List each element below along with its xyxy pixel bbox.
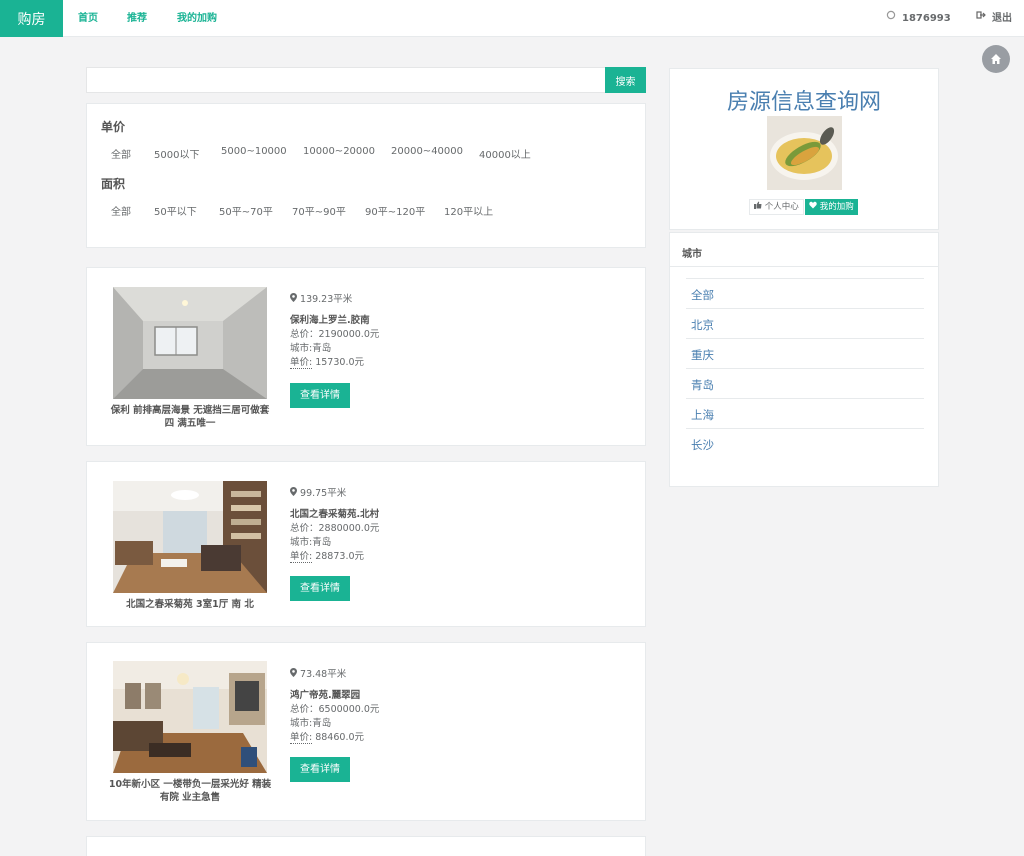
city-item-all[interactable]: 全部	[686, 278, 924, 308]
nav-recommend[interactable]: 推荐	[127, 0, 147, 37]
unit-price-value: 15730.0元	[312, 357, 365, 368]
view-details-button[interactable]: 查看详情	[290, 383, 350, 408]
home-icon[interactable]	[982, 45, 1010, 73]
listing-unit-price: 单价: 28873.0元	[290, 548, 365, 563]
view-details-button[interactable]: 查看详情	[290, 757, 350, 782]
personal-center-label: 个人中心	[764, 202, 799, 212]
area-filter-option[interactable]: 50平~70平	[219, 203, 273, 218]
profile-panel: 房源信息查询网 个人中心 我的加购	[669, 68, 939, 230]
city-panel-title: 城市	[670, 233, 938, 267]
sign-out-icon	[976, 0, 986, 37]
listing-card: 10年新小区 一楼带负一层采光好 精装有院 业主急售 73.48平米 鸿广帝苑.…	[86, 642, 646, 821]
city-item-changsha[interactable]: 长沙	[686, 428, 924, 458]
listing-caption[interactable]: 10年新小区 一楼带负一层采光好 精装有院 业主急售	[107, 778, 273, 804]
area-filter-all[interactable]: 全部	[111, 203, 131, 218]
listing-photo[interactable]	[113, 287, 267, 399]
price-filter-title: 单价	[101, 120, 126, 134]
city-panel: 城市 全部 北京 重庆 青岛 上海 长沙	[669, 232, 939, 487]
area-filter-option[interactable]: 120平以上	[444, 203, 493, 218]
listing-city: 城市:青岛	[290, 718, 332, 729]
city-item-qingdao[interactable]: 青岛	[686, 368, 924, 398]
unit-price-value: 88460.0元	[312, 732, 365, 743]
city-item-shanghai[interactable]: 上海	[686, 398, 924, 428]
map-marker-icon	[290, 668, 300, 680]
area-filter-title: 面积	[101, 177, 126, 191]
city-item-chongqing[interactable]: 重庆	[686, 338, 924, 368]
listing-area-text: 139.23平米	[300, 294, 353, 305]
thumbs-up-icon	[754, 201, 765, 212]
area-filter-option[interactable]: 90平~120平	[365, 203, 425, 218]
listing-name: 北国之春采菊苑.北村	[290, 509, 380, 520]
listing-area: 99.75平米	[290, 485, 346, 499]
price-filter-option[interactable]: 5000~10000	[221, 146, 287, 157]
map-marker-icon	[290, 293, 300, 305]
price-filter-option[interactable]: 10000~20000	[303, 146, 375, 157]
area-filter-option[interactable]: 70平~90平	[292, 203, 346, 218]
user-icon	[886, 0, 896, 37]
price-filter-option[interactable]: 20000~40000	[391, 146, 463, 157]
listing-city: 城市:青岛	[290, 343, 332, 354]
listing-city: 城市:青岛	[290, 537, 332, 548]
map-marker-icon	[290, 487, 300, 499]
user-id-text: 1876993	[902, 13, 951, 24]
area-filter-option[interactable]: 50平以下	[154, 203, 197, 218]
unit-price-label: 单价:	[290, 357, 313, 369]
filter-panel: 单价 全部 5000以下 5000~10000 10000~20000 2000…	[86, 103, 646, 248]
search-bar: 搜索	[86, 67, 646, 93]
listing-card	[86, 836, 646, 856]
search-input[interactable]	[86, 67, 606, 93]
user-id-display[interactable]: 1876993	[886, 0, 951, 37]
search-button[interactable]: 搜索	[605, 67, 646, 93]
listing-area-text: 99.75平米	[300, 488, 347, 499]
listing-photo[interactable]	[113, 661, 267, 773]
unit-price-label: 单价:	[290, 551, 313, 563]
city-list: 全部 北京 重庆 青岛 上海 长沙	[686, 278, 924, 458]
heart-icon	[809, 201, 820, 212]
listing-card: 北国之春采菊苑 3室1厅 南 北 99.75平米 北国之春采菊苑.北村 总价：2…	[86, 461, 646, 627]
listing-name: 保利海上罗兰.胶南	[290, 315, 370, 326]
view-details-button[interactable]: 查看详情	[290, 576, 350, 601]
unit-price-label: 单价:	[290, 732, 313, 744]
nav-my-cart[interactable]: 我的加购	[177, 0, 217, 37]
avatar	[767, 116, 842, 190]
nav-home[interactable]: 首页	[78, 0, 98, 37]
listing-photo[interactable]	[113, 481, 267, 593]
listing-area: 73.48平米	[290, 666, 346, 680]
top-navbar: 购房 首页 推荐 我的加购 1876993 退出	[0, 0, 1024, 37]
my-cart-label: 我的加购	[819, 202, 854, 212]
city-item-beijing[interactable]: 北京	[686, 308, 924, 338]
unit-price-value: 28873.0元	[312, 551, 365, 562]
listing-card: 保利 前排高层海景 无遮挡三居可做套四 满五唯一 139.23平米 保利海上罗兰…	[86, 267, 646, 446]
listing-total-price: 总价：2190000.0元	[290, 329, 380, 340]
price-filter-all[interactable]: 全部	[111, 146, 131, 161]
listing-caption[interactable]: 保利 前排高层海景 无遮挡三居可做套四 满五唯一	[107, 404, 273, 430]
listing-unit-price: 单价: 88460.0元	[290, 729, 365, 744]
listing-area: 139.23平米	[290, 291, 352, 305]
listing-total-price: 总价：6500000.0元	[290, 704, 380, 715]
listing-unit-price: 单价: 15730.0元	[290, 354, 365, 369]
my-cart-button[interactable]: 我的加购	[805, 199, 858, 215]
listing-caption[interactable]: 北国之春采菊苑 3室1厅 南 北	[107, 598, 273, 611]
site-title: 房源信息查询网	[726, 90, 881, 115]
personal-center-button[interactable]: 个人中心	[749, 199, 804, 215]
price-filter-option[interactable]: 5000以下	[154, 146, 199, 161]
listing-area-text: 73.48平米	[300, 669, 347, 680]
listing-name: 鸿广帝苑.麗翠园	[290, 690, 361, 701]
logout-link[interactable]: 退出	[976, 0, 1012, 37]
listing-total-price: 总价：2880000.0元	[290, 523, 380, 534]
price-filter-option[interactable]: 40000以上	[479, 146, 531, 161]
brand-logo[interactable]: 购房	[0, 0, 63, 37]
logout-text: 退出	[992, 13, 1012, 24]
